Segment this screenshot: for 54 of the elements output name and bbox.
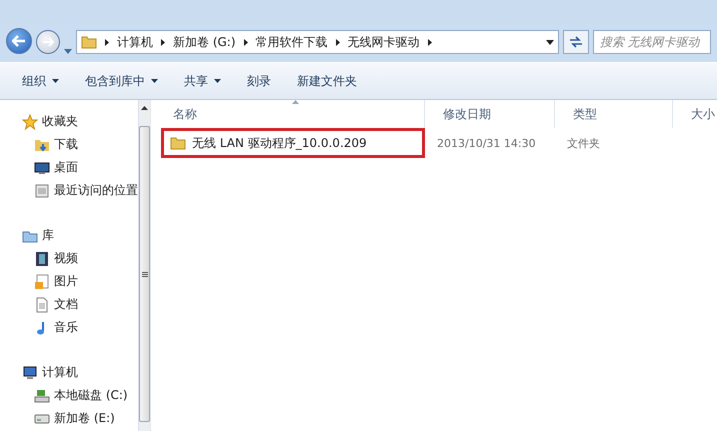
toolbar-button[interactable]: 新建文件夹 bbox=[289, 68, 365, 94]
back-arrow-icon bbox=[12, 35, 26, 47]
scroll-up-icon[interactable] bbox=[141, 106, 148, 110]
folder-icon bbox=[170, 135, 186, 151]
column-header[interactable]: 修改日期 bbox=[425, 100, 555, 128]
nav-item[interactable]: 桌面 bbox=[22, 156, 138, 179]
dropdown-caret-icon[interactable] bbox=[546, 40, 554, 44]
film-icon bbox=[34, 250, 50, 266]
drive-icon bbox=[34, 388, 50, 404]
nav-item[interactable]: 视频 bbox=[22, 247, 138, 270]
nav-item[interactable]: 图片 bbox=[22, 270, 138, 293]
folder-icon bbox=[81, 34, 97, 50]
forward-arrow-icon bbox=[42, 37, 54, 47]
column-header[interactable]: 名称 bbox=[155, 100, 425, 128]
picture-icon bbox=[34, 274, 50, 290]
breadcrumb[interactable]: 常用软件下载 bbox=[256, 34, 328, 50]
modified-date: 2013/10/31 14:30 bbox=[437, 136, 536, 150]
nav-item[interactable]: 文档 bbox=[22, 293, 138, 316]
breadcrumb[interactable]: 计算机 bbox=[117, 34, 153, 50]
breadcrumb[interactable]: 新加卷 (G:) bbox=[173, 34, 236, 50]
chevron-icon bbox=[161, 38, 165, 46]
breadcrumb[interactable]: 无线网卡驱动 bbox=[348, 34, 420, 50]
search-field[interactable]: 搜索 无线网卡驱动 bbox=[593, 30, 711, 54]
chevron-icon bbox=[244, 38, 248, 46]
address-bar[interactable]: 计算机 新加卷 (G:) 常用软件下载 无线网卡驱动 bbox=[76, 30, 559, 54]
chevron-icon bbox=[105, 38, 109, 46]
nav-item[interactable]: 收藏夹 bbox=[22, 110, 138, 133]
nav-item[interactable]: 计算机 bbox=[22, 361, 138, 384]
nav-item[interactable]: 下载 bbox=[22, 133, 138, 156]
back-button[interactable] bbox=[6, 28, 32, 54]
nav-item[interactable]: 新加卷 (E:) bbox=[22, 407, 138, 430]
refresh-button[interactable] bbox=[563, 30, 589, 54]
file-type: 文件夹 bbox=[567, 136, 600, 150]
toolbar-button[interactable]: 刻录 bbox=[239, 68, 279, 94]
grip-icon bbox=[142, 272, 148, 276]
recent-places-icon bbox=[34, 182, 50, 198]
nav-item[interactable]: 音乐 bbox=[22, 316, 138, 339]
column-header[interactable]: 类型 bbox=[555, 100, 673, 128]
star-icon bbox=[22, 114, 38, 130]
computer-icon bbox=[22, 364, 38, 380]
toolbar-button[interactable]: 包含到库中 bbox=[77, 68, 166, 94]
document-icon bbox=[34, 296, 50, 312]
chevron-icon bbox=[428, 38, 432, 46]
toolbar-button[interactable]: 共享 bbox=[176, 68, 229, 94]
nav-item[interactable]: 本地磁盘 (C:) bbox=[22, 384, 138, 407]
column-header[interactable]: 大小 bbox=[673, 100, 717, 128]
nav-item[interactable]: 最近访问的位置 bbox=[22, 179, 138, 202]
nav-item[interactable]: 库 bbox=[22, 224, 138, 247]
forward-button[interactable] bbox=[36, 30, 60, 54]
refresh-arrows-icon bbox=[569, 36, 583, 48]
chevron-icon bbox=[336, 38, 340, 46]
file-name[interactable]: 无线 LAN 驱动程序_10.0.0.209 bbox=[161, 128, 425, 158]
desktop-icon bbox=[34, 160, 50, 176]
toolbar-button[interactable]: 组织 bbox=[14, 68, 67, 94]
